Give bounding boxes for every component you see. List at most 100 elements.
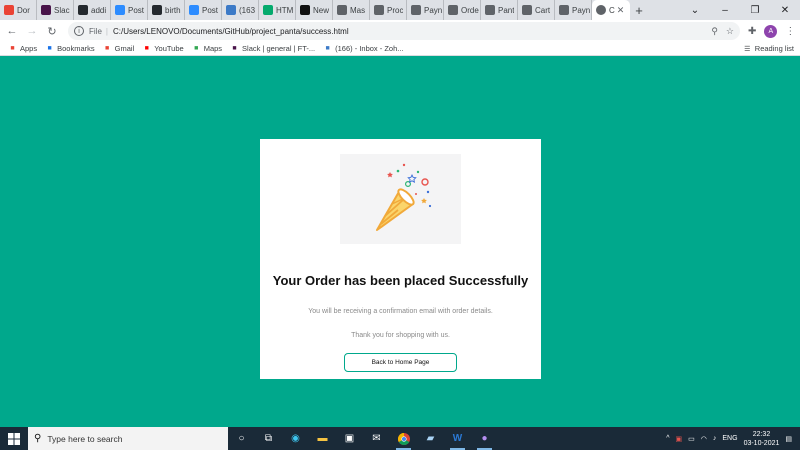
tab-label: Proc bbox=[387, 5, 404, 15]
taskbar-search-box[interactable]: ⚲ Type here to search bbox=[28, 427, 228, 450]
bookmark-3[interactable]: ■ YouTube bbox=[142, 44, 184, 53]
gmail-icon bbox=[4, 5, 14, 15]
file-explorer-icon[interactable]: ▬ bbox=[309, 427, 336, 450]
tab-2[interactable]: addi bbox=[74, 0, 111, 20]
clock[interactable]: 22:32 03-10-2021 bbox=[744, 430, 780, 448]
battery-icon[interactable]: ▭ bbox=[688, 435, 695, 443]
reading-list-icon: ☰ bbox=[744, 45, 751, 53]
bookmark-4[interactable]: ■ Maps bbox=[192, 44, 222, 53]
address-bar[interactable]: i File | C:/Users/LENOVO/Documents/GitHu… bbox=[68, 22, 740, 40]
tab-10[interactable]: Proc bbox=[370, 0, 407, 20]
reading-list-button[interactable]: ☰ Reading list bbox=[743, 44, 794, 53]
menu-icon[interactable]: ⋮ bbox=[785, 26, 795, 37]
search-placeholder: Type here to search bbox=[47, 433, 123, 444]
tab-label: Cart bbox=[535, 5, 551, 15]
tab-label: Mas bbox=[350, 5, 366, 15]
globe-icon bbox=[485, 5, 495, 15]
wifi-icon[interactable]: ◠ bbox=[701, 435, 707, 443]
info-icon[interactable]: i bbox=[74, 26, 84, 36]
tab-1[interactable]: Slac bbox=[37, 0, 74, 20]
bookmark-1[interactable]: ■ Bookmarks bbox=[45, 44, 94, 53]
store-icon[interactable]: ▣ bbox=[336, 427, 363, 450]
cortana-icon[interactable]: ○ bbox=[228, 427, 255, 450]
video-icon bbox=[300, 5, 310, 15]
bookmark-6[interactable]: ■ (166) - Inbox - Zoh... bbox=[323, 44, 404, 53]
avatar[interactable]: A bbox=[764, 24, 778, 38]
tab-5[interactable]: Post bbox=[185, 0, 222, 20]
tab-12[interactable]: Orde bbox=[444, 0, 481, 20]
tab-13[interactable]: Pant bbox=[481, 0, 518, 20]
globe-icon bbox=[559, 5, 569, 15]
zoom-search-icon[interactable]: ⚲ bbox=[711, 26, 718, 37]
reload-button[interactable]: ↻ bbox=[44, 23, 60, 39]
bookmark-label: Slack | general | FT-... bbox=[242, 44, 316, 53]
tab-4[interactable]: birth bbox=[148, 0, 185, 20]
close-tab-icon[interactable]: ✕ bbox=[617, 5, 625, 16]
bookmarks-bar: ■ Apps ■ Bookmarks ■ Gmail ■ YouTube ■ Maps ■ Slack… bbox=[0, 42, 800, 56]
tab-11[interactable]: Payn bbox=[407, 0, 444, 20]
globe-icon bbox=[374, 5, 384, 15]
success-card: Your Order has been placed Successfully … bbox=[260, 139, 541, 379]
tab-search-icon[interactable]: ⌄ bbox=[680, 5, 710, 16]
bookmark-5[interactable]: ■ Slack | general | FT-... bbox=[230, 44, 315, 53]
mail-icon[interactable]: ✉ bbox=[363, 427, 390, 450]
task-view-icon[interactable]: ⧉ bbox=[255, 427, 282, 450]
tab-9[interactable]: Mas bbox=[333, 0, 370, 20]
thank-you-message: Thank you for shopping with us. bbox=[351, 332, 450, 339]
clock-date: 03-10-2021 bbox=[743, 439, 780, 447]
github-desktop-icon[interactable]: ● bbox=[471, 427, 498, 450]
tab-label: HTM bbox=[276, 5, 294, 15]
page-title: Your Order has been placed Successfully bbox=[272, 273, 529, 288]
tab-active[interactable]: C ✕ bbox=[592, 0, 630, 20]
url-text[interactable]: C:/Users/LENOVO/Documents/GitHub/project… bbox=[113, 27, 349, 36]
new-tab-button[interactable]: + bbox=[630, 0, 648, 20]
back-to-home-button[interactable]: Back to Home Page bbox=[344, 353, 457, 372]
volume-icon[interactable]: ♪ bbox=[713, 435, 717, 442]
chrome-icon[interactable] bbox=[390, 427, 417, 450]
tab-label: Payn bbox=[572, 5, 591, 15]
confirmation-message: You will be receiving a confirmation ema… bbox=[308, 308, 493, 315]
start-button[interactable] bbox=[0, 427, 28, 450]
word-icon[interactable]: W bbox=[444, 427, 471, 450]
minimize-button[interactable]: – bbox=[710, 5, 740, 16]
tray-overflow-icon[interactable]: ^ bbox=[666, 435, 669, 442]
notification-badge-icon[interactable]: ▣ bbox=[676, 435, 683, 443]
system-tray: ^ ▣ ▭ ◠ ♪ ENG 22:32 03-10-2021 ▤ bbox=[666, 430, 800, 448]
edge-icon[interactable]: ◉ bbox=[282, 427, 309, 450]
bookmark-2[interactable]: ■ Gmail bbox=[103, 44, 134, 53]
url-scheme: File bbox=[89, 26, 102, 36]
maximize-button[interactable]: ❐ bbox=[740, 5, 770, 16]
windows-taskbar: ⚲ Type here to search ○ ⧉ ◉ ▬ ▣ ✉ ▰ W ● … bbox=[0, 427, 800, 450]
tab-label: Dor bbox=[17, 5, 30, 15]
maps-icon: ■ bbox=[194, 45, 199, 52]
language-indicator[interactable]: ENG bbox=[722, 435, 737, 442]
bookmark-star-icon[interactable]: ☆ bbox=[726, 26, 734, 37]
zoom-icon bbox=[189, 5, 199, 15]
window-controls: ⌄ – ❐ ✕ bbox=[680, 0, 800, 20]
tab-0[interactable]: Dor bbox=[0, 0, 37, 20]
zoom-icon bbox=[115, 5, 125, 15]
tab-8[interactable]: New bbox=[296, 0, 333, 20]
bookmark-0[interactable]: ■ Apps bbox=[8, 44, 37, 53]
page-viewport: Your Order has been placed Successfully … bbox=[0, 57, 800, 427]
toolbar-right: ✚ A ⋮ bbox=[748, 24, 795, 38]
tab-7[interactable]: HTM bbox=[259, 0, 296, 20]
sticky-notes-icon[interactable]: ▰ bbox=[417, 427, 444, 450]
tab-6[interactable]: (163 bbox=[222, 0, 259, 20]
globe-icon bbox=[337, 5, 347, 15]
tab-label: Post bbox=[128, 5, 145, 15]
search-icon: ⚲ bbox=[34, 433, 42, 444]
tab-label: C bbox=[609, 5, 615, 15]
tab-label: Slac bbox=[54, 5, 70, 15]
tab-label: Payn bbox=[424, 5, 443, 15]
back-button[interactable]: ← bbox=[4, 23, 20, 39]
close-window-button[interactable]: ✕ bbox=[770, 5, 800, 16]
tab-3[interactable]: Post bbox=[111, 0, 148, 20]
bookmark-label: Maps bbox=[203, 44, 223, 53]
notifications-icon[interactable]: ▤ bbox=[785, 435, 792, 443]
tab-14[interactable]: Cart bbox=[518, 0, 555, 20]
forward-button[interactable]: → bbox=[24, 23, 40, 39]
clock-time: 22:32 bbox=[752, 430, 771, 438]
tab-15[interactable]: Payn bbox=[555, 0, 592, 20]
extensions-icon[interactable]: ✚ bbox=[748, 26, 756, 37]
